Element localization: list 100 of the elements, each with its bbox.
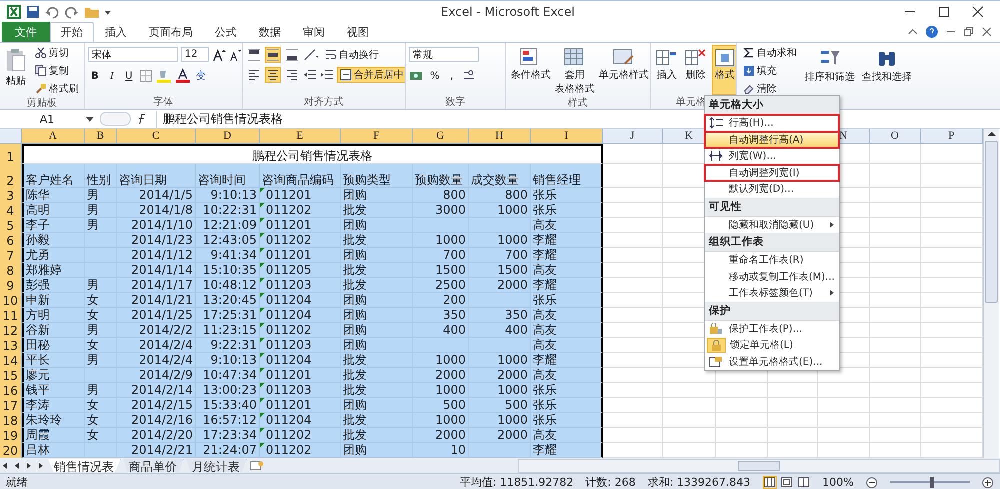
row-number[interactable]: 5 bbox=[0, 218, 22, 234]
row-number[interactable]: 16 bbox=[0, 383, 22, 399]
row-number[interactable]: 9 bbox=[0, 278, 22, 294]
font-family-field[interactable]: 宋体 bbox=[88, 47, 178, 62]
style-button[interactable]: 单元格样式 bbox=[597, 45, 650, 83]
sheet-tab[interactable]: 月统计表 bbox=[186, 458, 247, 472]
column-header[interactable]: A bbox=[22, 129, 85, 144]
dropdown-icon[interactable] bbox=[86, 115, 94, 123]
row-number[interactable]: 14 bbox=[0, 353, 22, 369]
menu-item[interactable]: 自动调整列宽(I) bbox=[705, 164, 839, 181]
column-header[interactable]: B bbox=[85, 129, 117, 144]
vertical-scrollbar[interactable] bbox=[983, 129, 999, 458]
grow-font-icon[interactable] bbox=[212, 48, 226, 62]
save-icon[interactable] bbox=[26, 4, 40, 18]
collapse-ribbon-icon[interactable] bbox=[908, 27, 918, 37]
scroll-up-icon[interactable] bbox=[988, 131, 996, 137]
menu-item[interactable]: 重命名工作表(R) bbox=[705, 252, 839, 268]
number-format-field[interactable]: 常规 bbox=[409, 47, 479, 62]
column-header[interactable]: I bbox=[531, 129, 603, 144]
row-number[interactable]: 6 bbox=[0, 233, 22, 249]
row-number[interactable]: 18 bbox=[0, 413, 22, 429]
horizontal-align-button[interactable] bbox=[265, 67, 281, 83]
ribbon-tab[interactable]: 开始 bbox=[50, 22, 94, 42]
view-button[interactable] bbox=[796, 476, 811, 489]
clipboard-button[interactable]: 复制 bbox=[32, 63, 82, 79]
name-box[interactable]: A1 bbox=[0, 111, 80, 127]
ribbon-tab[interactable]: 页面布局 bbox=[138, 22, 204, 42]
undo-icon[interactable] bbox=[44, 4, 60, 18]
clipboard-button[interactable]: 格式刷 bbox=[32, 81, 82, 97]
menu-item[interactable]: 设置单元格格式(E)... bbox=[705, 354, 839, 370]
menu-item[interactable]: 工作表标签颜色(T) bbox=[705, 285, 839, 302]
menu-item[interactable]: 默认列宽(D)... bbox=[705, 181, 839, 198]
column-header[interactable]: J bbox=[603, 129, 663, 144]
vertical-align-button[interactable] bbox=[246, 47, 262, 63]
paste-button[interactable]: 粘贴 bbox=[3, 45, 29, 89]
horizontal-scrollbar[interactable] bbox=[518, 458, 1000, 472]
font-color-icon[interactable] bbox=[175, 68, 191, 84]
menu-item[interactable]: 自动调整行高(A) bbox=[705, 132, 839, 148]
shrink-font-icon[interactable] bbox=[229, 48, 241, 62]
row-number[interactable]: 15 bbox=[0, 368, 22, 384]
redo-icon[interactable] bbox=[64, 4, 80, 18]
cells-button[interactable]: 删除 bbox=[683, 45, 709, 95]
zoom-level[interactable]: 100% bbox=[822, 476, 854, 489]
row-number[interactable]: 1 bbox=[0, 144, 22, 165]
ribbon-tab[interactable]: 审阅 bbox=[292, 22, 336, 42]
orientation-icon[interactable] bbox=[303, 48, 319, 62]
editing-button[interactable]: 自动求和 bbox=[740, 45, 800, 61]
view-button[interactable] bbox=[780, 476, 794, 489]
vertical-align-button[interactable] bbox=[265, 47, 281, 63]
indent-icon[interactable] bbox=[320, 69, 334, 81]
column-header[interactable]: C bbox=[117, 129, 196, 144]
italic-button[interactable]: I bbox=[105, 68, 119, 84]
close-icon[interactable] bbox=[982, 27, 992, 37]
column-header[interactable]: O bbox=[870, 129, 921, 144]
row-number[interactable]: 13 bbox=[0, 338, 22, 354]
percent-button[interactable]: % bbox=[428, 68, 442, 84]
cells-button[interactable]: 插入 bbox=[654, 45, 680, 95]
new-sheet-icon[interactable] bbox=[249, 460, 265, 472]
restore-icon[interactable] bbox=[964, 27, 974, 37]
row-number[interactable]: 12 bbox=[0, 323, 22, 339]
maximize-icon[interactable] bbox=[938, 6, 950, 18]
ribbon-tab[interactable]: 插入 bbox=[94, 22, 138, 42]
view-button[interactable] bbox=[762, 476, 777, 489]
row-number[interactable]: 10 bbox=[0, 293, 22, 309]
row-number[interactable]: 20 bbox=[0, 443, 22, 458]
menu-item[interactable]: 保护工作表(P)... bbox=[705, 320, 839, 337]
column-header[interactable]: P bbox=[921, 129, 983, 144]
column-header[interactable]: H bbox=[469, 129, 531, 144]
row-number[interactable]: 7 bbox=[0, 248, 22, 264]
row-number[interactable]: 17 bbox=[0, 398, 22, 414]
vertical-align-button[interactable] bbox=[284, 47, 300, 63]
merge-center-button[interactable]: 合并后居中 bbox=[337, 67, 405, 83]
wrap-text-button[interactable]: 自动换行 bbox=[322, 47, 382, 63]
editing-button[interactable]: 填充 bbox=[740, 63, 800, 79]
menu-item[interactable]: 移动或复制工作表(M)... bbox=[705, 268, 839, 285]
style-button[interactable]: 条件格式 bbox=[509, 45, 553, 83]
column-header[interactable]: G bbox=[413, 129, 469, 144]
bold-button[interactable]: B bbox=[88, 68, 102, 84]
column-header[interactable]: F bbox=[341, 129, 413, 144]
currency-icon[interactable] bbox=[409, 69, 425, 83]
ribbon-tab[interactable]: 公式 bbox=[204, 22, 248, 42]
row-number[interactable]: 19 bbox=[0, 428, 22, 444]
column-header[interactable]: E bbox=[260, 129, 341, 144]
zoom-out-icon[interactable] bbox=[866, 476, 878, 488]
row-number[interactable]: 11 bbox=[0, 308, 22, 324]
file-menu-button[interactable]: 文件 bbox=[2, 22, 50, 42]
row-number[interactable]: 2 bbox=[0, 164, 22, 189]
border-icon[interactable] bbox=[139, 69, 153, 83]
row-number[interactable]: 8 bbox=[0, 263, 22, 279]
editing-button[interactable]: 清除 bbox=[740, 81, 800, 97]
underline-button[interactable]: U bbox=[122, 68, 136, 84]
comma-button[interactable]: , bbox=[445, 68, 459, 84]
sheet-tab[interactable]: 销售情况表 bbox=[48, 458, 121, 472]
clipboard-button[interactable]: 剪切 bbox=[32, 45, 82, 61]
row-number[interactable]: 3 bbox=[0, 188, 22, 204]
cells-button[interactable]: 格式 bbox=[712, 45, 736, 95]
menu-item[interactable]: 隐藏和取消隐藏(U) bbox=[705, 216, 839, 233]
ribbon-tab[interactable]: 视图 bbox=[336, 22, 380, 42]
menu-item[interactable]: 列宽(W)... bbox=[705, 148, 839, 164]
font-size-field[interactable]: 12 bbox=[181, 47, 209, 62]
